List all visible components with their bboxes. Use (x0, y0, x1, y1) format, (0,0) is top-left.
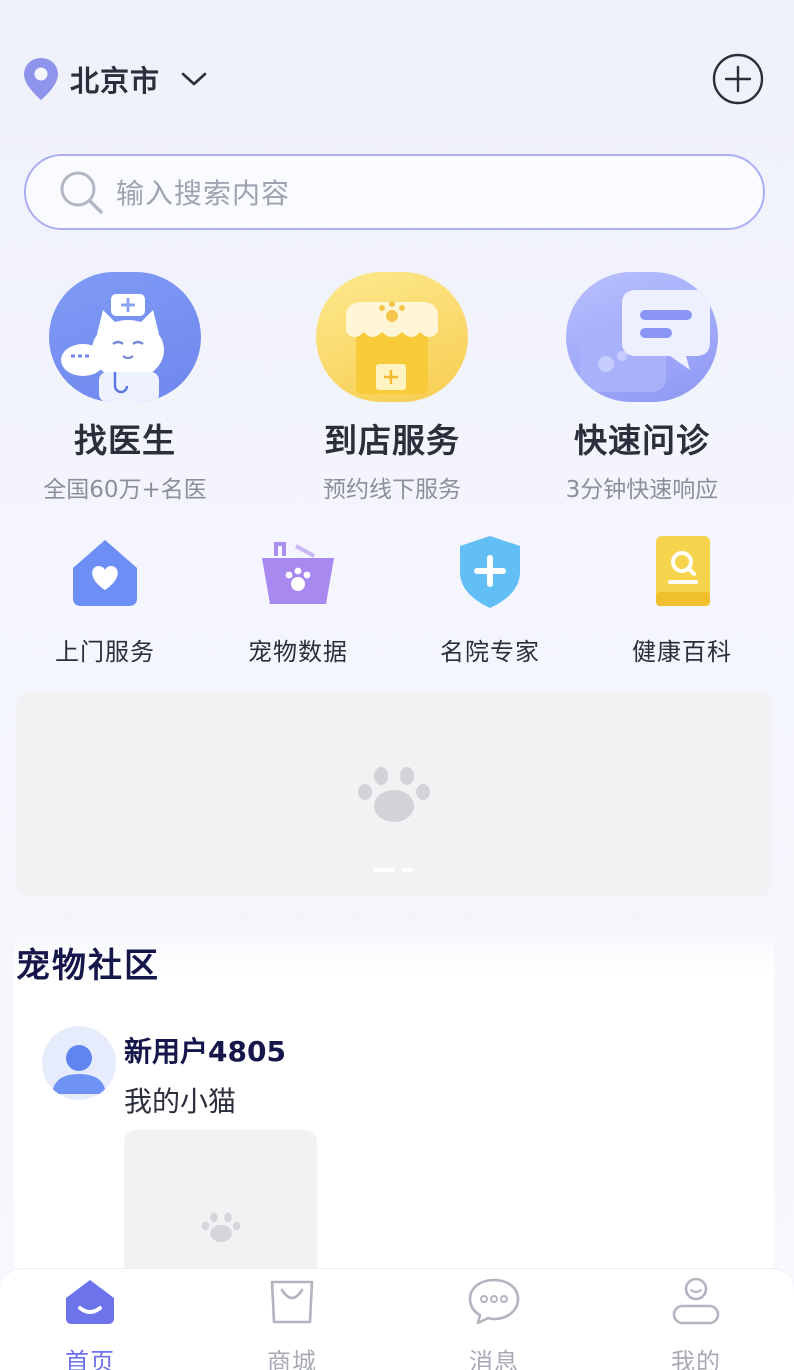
tab-messages[interactable]: 消息 (434, 1276, 554, 1370)
tab-home[interactable]: 首页 (30, 1276, 150, 1370)
paw-placeholder-icon (201, 1212, 241, 1243)
tab-label: 首页 (65, 1348, 115, 1370)
pet-data-service[interactable]: 宠物数据 (208, 532, 388, 667)
in-store-service[interactable]: 到店服务 预约线下服务 (262, 272, 522, 504)
paw-placeholder-icon (358, 767, 430, 822)
post-username[interactable]: 新用户4805 (124, 1030, 286, 1070)
city-label: 北京市 (70, 64, 161, 98)
avatar[interactable] (42, 1026, 116, 1100)
user-icon (672, 1277, 720, 1325)
service-label: 宠物数据 (248, 638, 348, 666)
search-placeholder: 输入搜索内容 (116, 177, 291, 210)
post-image[interactable] (124, 1130, 317, 1280)
book-search-icon (656, 536, 710, 606)
tab-mall[interactable]: 商城 (232, 1276, 352, 1370)
service-label: 上门服务 (55, 638, 155, 666)
home-visit-service[interactable]: 上门服务 (15, 532, 195, 667)
service-label: 健康百科 (632, 638, 732, 666)
service-title: 快速问诊 (574, 421, 710, 460)
home-heart-icon (73, 540, 137, 606)
search-icon (60, 171, 103, 214)
health-wiki-service[interactable]: 健康百科 (592, 532, 772, 667)
tab-label: 我的 (671, 1348, 721, 1370)
chat-bubble-icon (566, 272, 718, 402)
quick-consult-service[interactable]: 快速问诊 3分钟快速响应 (512, 272, 772, 504)
carousel-indicator (373, 868, 413, 872)
tab-label: 消息 (469, 1348, 519, 1370)
tab-profile[interactable]: 我的 (636, 1276, 756, 1370)
service-subtitle: 3分钟快速响应 (565, 477, 719, 503)
add-circle-icon[interactable] (712, 53, 764, 105)
service-label: 名院专家 (440, 638, 540, 666)
search-bar[interactable]: 输入搜索内容 (24, 154, 765, 230)
service-subtitle: 全国60万+名医 (43, 477, 207, 503)
tab-label: 商城 (267, 1348, 317, 1370)
pet-basket-icon (262, 542, 334, 604)
post-text: 我的小猫 (124, 1085, 237, 1118)
service-title: 找医生 (74, 421, 176, 460)
doctor-cat-icon (49, 272, 201, 402)
service-subtitle: 预约线下服务 (323, 477, 461, 503)
shopping-bag-icon (270, 1280, 314, 1324)
chat-icon (468, 1278, 520, 1325)
find-doctor-service[interactable]: 找医生 全国60万+名医 (0, 272, 255, 504)
user-avatar-icon (52, 1045, 106, 1094)
section-title: 宠物社区 (16, 946, 160, 986)
home-icon (66, 1280, 114, 1324)
location-selector[interactable]: 北京市 (22, 56, 208, 102)
shield-plus-icon (460, 536, 520, 608)
shop-icon (316, 272, 468, 402)
location-pin-icon (24, 58, 58, 100)
expert-hospital-service[interactable]: 名院专家 (400, 532, 580, 667)
service-title: 到店服务 (324, 421, 460, 460)
chevron-down-icon (181, 72, 207, 86)
